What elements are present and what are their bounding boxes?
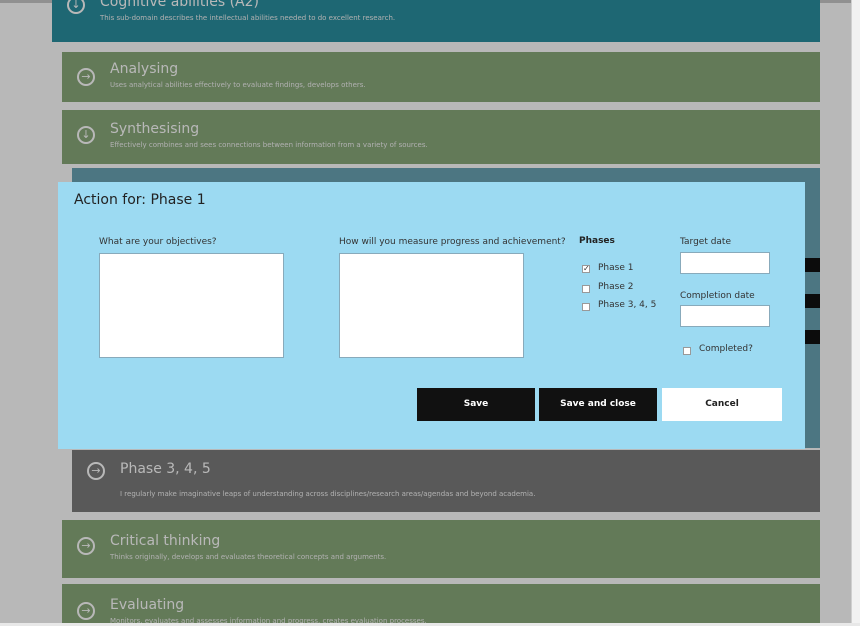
target-date-input[interactable] bbox=[680, 252, 770, 274]
completed-label: Completed? bbox=[699, 344, 753, 354]
phase-345-label: Phase 3, 4, 5 bbox=[598, 300, 657, 310]
save-and-close-button[interactable]: Save and close bbox=[539, 388, 657, 421]
phase-2-label: Phase 2 bbox=[598, 282, 634, 292]
action-modal: Action for: Phase 1 What are your object… bbox=[58, 182, 805, 449]
target-date-label: Target date bbox=[680, 237, 731, 247]
completion-date-label: Completion date bbox=[680, 291, 755, 301]
vertical-scrollbar[interactable] bbox=[851, 0, 860, 623]
measure-textarea[interactable] bbox=[339, 253, 524, 358]
completed-checkbox[interactable] bbox=[683, 347, 691, 355]
phase-1-label: Phase 1 bbox=[598, 263, 634, 273]
cancel-button[interactable]: Cancel bbox=[662, 388, 782, 421]
modal-title: Action for: Phase 1 bbox=[74, 192, 206, 208]
save-button[interactable]: Save bbox=[417, 388, 535, 421]
phases-label: Phases bbox=[579, 236, 615, 246]
objectives-label: What are your objectives? bbox=[99, 237, 217, 247]
measure-label: How will you measure progress and achiev… bbox=[339, 237, 566, 247]
phase-1-checkbox[interactable]: ✓ bbox=[582, 265, 590, 273]
completion-date-input[interactable] bbox=[680, 305, 770, 327]
objectives-textarea[interactable] bbox=[99, 253, 284, 358]
phase-2-checkbox[interactable] bbox=[582, 285, 590, 293]
phase-345-checkbox[interactable] bbox=[582, 303, 590, 311]
